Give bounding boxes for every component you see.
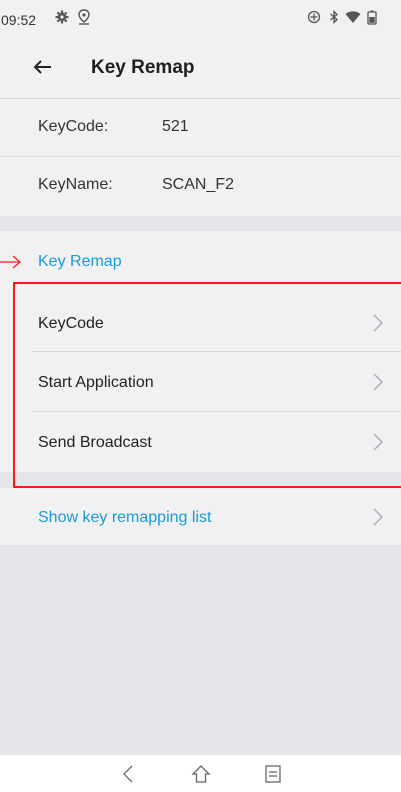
keyname-value: SCAN_F2 <box>162 176 235 193</box>
home-icon <box>191 765 211 783</box>
system-nav-bar <box>0 755 401 792</box>
location-pin-icon <box>75 8 93 26</box>
chevron-right-icon <box>373 508 383 526</box>
status-time: 09:52 <box>1 12 37 28</box>
keycode-label: KeyCode: <box>38 118 109 135</box>
nav-back-button[interactable] <box>113 761 143 787</box>
gear-icon <box>53 8 71 26</box>
annotation-arrow-icon <box>0 255 21 269</box>
chevron-right-icon <box>373 433 383 451</box>
chevron-right-icon <box>373 314 383 332</box>
row-label: Send Broadcast <box>38 434 152 451</box>
keycode-info-row: KeyCode: 521 <box>0 99 401 156</box>
keycode-option-row[interactable]: KeyCode <box>0 299 401 348</box>
divider <box>32 351 401 352</box>
keyname-info-row: KeyName: SCAN_F2 <box>0 157 401 214</box>
nav-back-icon <box>123 765 133 783</box>
back-button[interactable] <box>25 49 61 85</box>
keycode-value: 521 <box>162 118 189 135</box>
divider <box>32 411 401 412</box>
section-gap <box>0 472 401 488</box>
keyname-label: KeyName: <box>38 176 113 193</box>
app-bar: Key Remap <box>0 36 401 98</box>
section-gap <box>0 216 401 231</box>
key-remap-section-header: Key Remap <box>38 253 122 270</box>
empty-area <box>0 545 401 755</box>
target-icon <box>305 8 323 26</box>
send-broadcast-option-row[interactable]: Send Broadcast <box>0 418 401 467</box>
row-label: KeyCode <box>38 315 104 332</box>
nav-recents-button[interactable] <box>258 761 288 787</box>
status-bar: 09:52 <box>0 0 401 36</box>
row-label: Show key remapping list <box>38 509 212 526</box>
show-key-remapping-list-row[interactable]: Show key remapping list <box>0 493 401 542</box>
bluetooth-icon <box>325 8 343 26</box>
page-title: Key Remap <box>91 57 195 78</box>
recents-icon <box>265 765 281 783</box>
nav-home-button[interactable] <box>186 761 216 787</box>
chevron-right-icon <box>373 373 383 391</box>
wifi-icon <box>344 8 362 26</box>
arrow-left-icon <box>33 60 51 74</box>
start-application-option-row[interactable]: Start Application <box>0 358 401 407</box>
row-label: Start Application <box>38 374 154 391</box>
battery-icon <box>363 8 381 26</box>
